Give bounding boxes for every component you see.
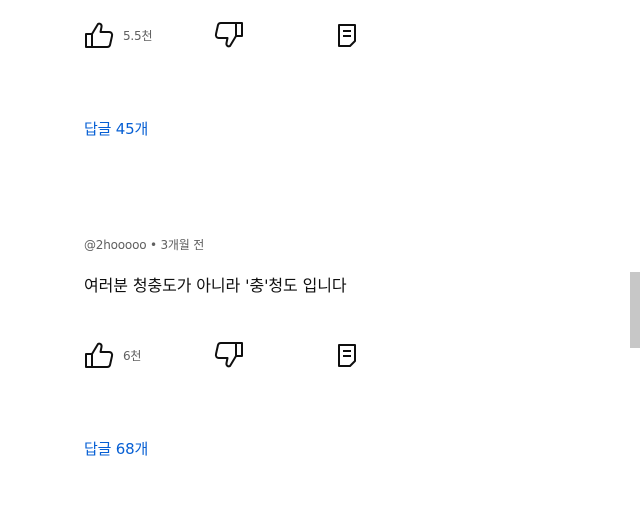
comment-timestamp[interactable]: 3개월 전	[161, 238, 205, 252]
thumbs-up-icon	[84, 341, 114, 369]
comment-actions: 5.5천	[84, 20, 384, 50]
comment-header: @2hooooo • 3개월 전	[84, 236, 204, 253]
comment-text: 여러분 청충도가 아니라 '충'청도 입니다	[84, 276, 347, 295]
reply-button[interactable]	[336, 20, 358, 50]
author-handle[interactable]: @2hooooo	[84, 238, 147, 252]
view-replies-link[interactable]: 답글 68개	[84, 438, 148, 459]
thumbs-up-icon	[84, 21, 114, 49]
dislike-button[interactable]	[214, 20, 244, 50]
dislike-button[interactable]	[214, 340, 244, 370]
scrollbar-thumb[interactable]	[630, 272, 640, 348]
like-count: 5.5천	[123, 28, 153, 43]
like-count: 6천	[123, 348, 142, 363]
like-button[interactable]: 5.5천	[84, 20, 153, 50]
meta-separator: •	[149, 238, 157, 252]
reply-comment-icon	[336, 22, 358, 48]
reply-comment-icon	[336, 342, 358, 368]
thumbs-down-icon	[214, 21, 244, 49]
reply-button[interactable]	[336, 340, 358, 370]
thumbs-down-icon	[214, 341, 244, 369]
like-button[interactable]: 6천	[84, 340, 141, 370]
view-replies-link[interactable]: 답글 45개	[84, 118, 148, 139]
comment-actions: 6천	[84, 340, 384, 370]
